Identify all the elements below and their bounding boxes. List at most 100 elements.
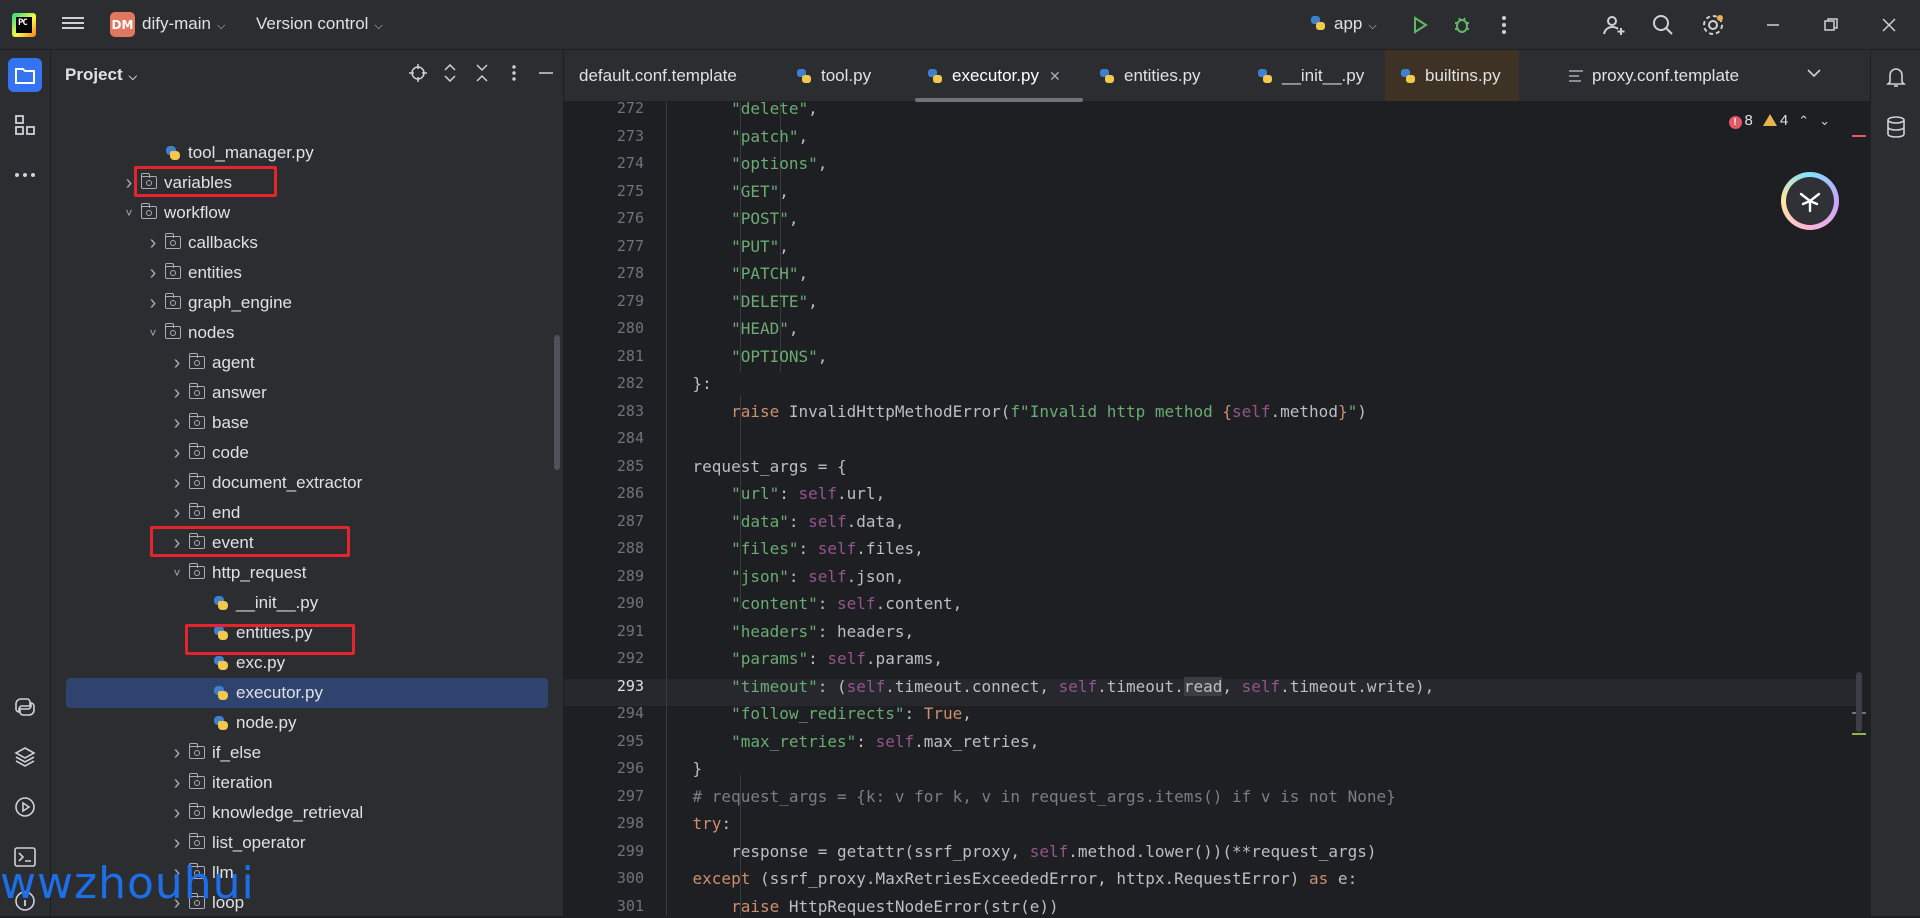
run-button[interactable] xyxy=(1407,12,1433,38)
tree-folder-end[interactable]: › end xyxy=(51,498,563,528)
settings-button[interactable] xyxy=(1700,12,1726,38)
package-folder-icon xyxy=(188,383,207,401)
tabs-overflow-button[interactable] xyxy=(1806,65,1822,86)
version-control-menu[interactable]: Version control ⌵ xyxy=(256,14,383,34)
next-highlight-icon[interactable]: ⌄ xyxy=(1819,113,1830,129)
more-tool-windows-button[interactable] xyxy=(8,158,42,192)
tree-folder-answer[interactable]: › answer xyxy=(51,378,563,408)
close-tab-icon[interactable]: ✕ xyxy=(1049,68,1061,85)
project-scrollbar[interactable] xyxy=(554,335,560,470)
tree-folder-entities[interactable]: › entities xyxy=(51,258,563,288)
hide-panel-icon[interactable] xyxy=(537,64,555,82)
tree-item-label: document_extractor xyxy=(212,473,363,492)
project-switcher[interactable]: dify-main ⌵ xyxy=(142,14,225,34)
tree-folder-base[interactable]: › base xyxy=(51,408,563,438)
package-folder-icon xyxy=(188,803,207,821)
tree-file-__init__.py[interactable]: __init__.py xyxy=(51,588,563,618)
structure-tool-button[interactable] xyxy=(8,108,42,142)
collapse-all-icon[interactable] xyxy=(473,64,491,82)
editor-scrollbar[interactable] xyxy=(1856,672,1862,732)
code-editor[interactable]: 272 273 274 275 276 277 278 279 280 281 282 283 284 2… xyxy=(564,102,1870,916)
annotation-highlight-box xyxy=(185,624,355,655)
close-window-button[interactable] xyxy=(1876,12,1902,38)
tree-folder-iteration[interactable]: › iteration xyxy=(51,768,563,798)
tree-folder-list_operator[interactable]: › list_operator xyxy=(51,828,563,858)
tab-tool.py[interactable]: tool.py xyxy=(781,50,889,101)
line-number: 298 xyxy=(616,814,644,832)
tab-builtins.py[interactable]: builtins.py xyxy=(1385,50,1519,101)
error-stripe-marker[interactable] xyxy=(1852,135,1866,137)
debug-button[interactable] xyxy=(1449,12,1475,38)
line-number: 275 xyxy=(616,181,644,200)
chevron-right-icon[interactable]: › xyxy=(167,412,187,435)
python-packages-button[interactable] xyxy=(8,690,42,724)
inspection-widget[interactable]: ! 8 4 ⌃ ⌄ xyxy=(1728,112,1830,129)
chevron-down-icon: ⌵ xyxy=(128,71,137,83)
chevron-right-icon[interactable]: › xyxy=(167,382,187,405)
tree-item-label: exc.py xyxy=(236,653,286,672)
expand-all-icon[interactable] xyxy=(441,64,459,82)
stripe-marker[interactable] xyxy=(1852,733,1866,735)
tree-folder-if_else[interactable]: › if_else xyxy=(51,738,563,768)
ai-assistant-icon[interactable] xyxy=(1781,172,1839,230)
tree-item-label: iteration xyxy=(212,773,273,792)
restore-button[interactable] xyxy=(1818,12,1844,38)
minimize-button[interactable] xyxy=(1760,12,1786,38)
chevron-down-icon[interactable]: ˅ xyxy=(143,326,163,340)
tree-folder-agent[interactable]: › agent xyxy=(51,348,563,378)
tab-default.conf.template[interactable]: default.conf.template xyxy=(564,50,755,101)
tab-__init__.py[interactable]: __init__.py xyxy=(1242,50,1382,101)
locate-file-icon[interactable] xyxy=(409,64,427,82)
chevron-right-icon[interactable]: › xyxy=(167,352,187,375)
tab-entities.py[interactable]: entities.py xyxy=(1084,50,1219,101)
code-line: "content": self.content, xyxy=(731,594,963,613)
tree-file-tool_manager.py[interactable]: tool_manager.py xyxy=(51,138,563,168)
line-number: 297 xyxy=(616,786,644,805)
pycharm-logo-icon[interactable]: PC xyxy=(12,13,36,37)
services-tool-button[interactable] xyxy=(8,790,42,824)
options-icon[interactable] xyxy=(505,64,523,82)
chevron-right-icon[interactable]: › xyxy=(167,832,187,855)
more-actions-button[interactable] xyxy=(1491,12,1517,38)
tab-proxy.conf.template[interactable]: proxy.conf.template xyxy=(1553,50,1757,101)
code-line: }: xyxy=(654,374,712,393)
chevron-right-icon[interactable]: › xyxy=(143,232,163,255)
tree-folder-callbacks[interactable]: › callbacks xyxy=(51,228,563,258)
line-number: 284 xyxy=(616,429,644,447)
chevron-right-icon[interactable]: › xyxy=(143,262,163,285)
chevron-right-icon[interactable]: › xyxy=(143,292,163,315)
chevron-right-icon[interactable]: › xyxy=(167,742,187,765)
tree-folder-http_request[interactable]: ˅ http_request xyxy=(51,558,563,588)
run-configuration-selector[interactable]: app ⌵ xyxy=(1310,14,1377,34)
layers-tool-button[interactable] xyxy=(8,740,42,774)
tree-item-label: entities xyxy=(188,263,242,282)
tree-file-executor.py[interactable]: executor.py xyxy=(66,678,548,708)
tree-item-label: graph_engine xyxy=(188,293,292,312)
chevron-down-icon[interactable]: ˅ xyxy=(119,206,139,220)
tree-folder-document_extractor[interactable]: › document_extractor xyxy=(51,468,563,498)
code-line: "headers": headers, xyxy=(731,621,915,641)
search-everywhere-button[interactable] xyxy=(1650,12,1676,38)
tree-file-node.py[interactable]: node.py xyxy=(51,708,563,738)
tree-folder-nodes[interactable]: ˅ nodes xyxy=(51,318,563,348)
chevron-right-icon[interactable]: › xyxy=(167,502,187,525)
tree-folder-workflow[interactable]: ˅ workflow xyxy=(51,198,563,228)
tree-folder-graph_engine[interactable]: › graph_engine xyxy=(51,288,563,318)
previous-highlight-icon[interactable]: ⌃ xyxy=(1798,113,1809,129)
database-tool-button[interactable] xyxy=(1879,110,1913,144)
chevron-right-icon[interactable]: › xyxy=(167,442,187,465)
project-panel-title[interactable]: Project ⌵ xyxy=(65,65,137,85)
project-tool-button[interactable] xyxy=(8,58,42,92)
chevron-right-icon[interactable]: › xyxy=(167,772,187,795)
chevron-right-icon[interactable]: › xyxy=(167,802,187,825)
tree-folder-knowledge_retrieval[interactable]: › knowledge_retrieval xyxy=(51,798,563,828)
notifications-button[interactable] xyxy=(1879,60,1913,94)
main-menu-icon[interactable] xyxy=(62,14,84,34)
tab-executor.py[interactable]: executor.py ✕ xyxy=(912,50,1079,101)
chevron-down-icon[interactable]: ˅ xyxy=(167,566,187,580)
project-badge[interactable]: DM xyxy=(110,12,135,37)
tree-folder-code[interactable]: › code xyxy=(51,438,563,468)
tree-folder-variables[interactable]: › variables xyxy=(51,168,563,198)
code-with-me-button[interactable] xyxy=(1601,12,1627,38)
chevron-right-icon[interactable]: › xyxy=(167,472,187,495)
